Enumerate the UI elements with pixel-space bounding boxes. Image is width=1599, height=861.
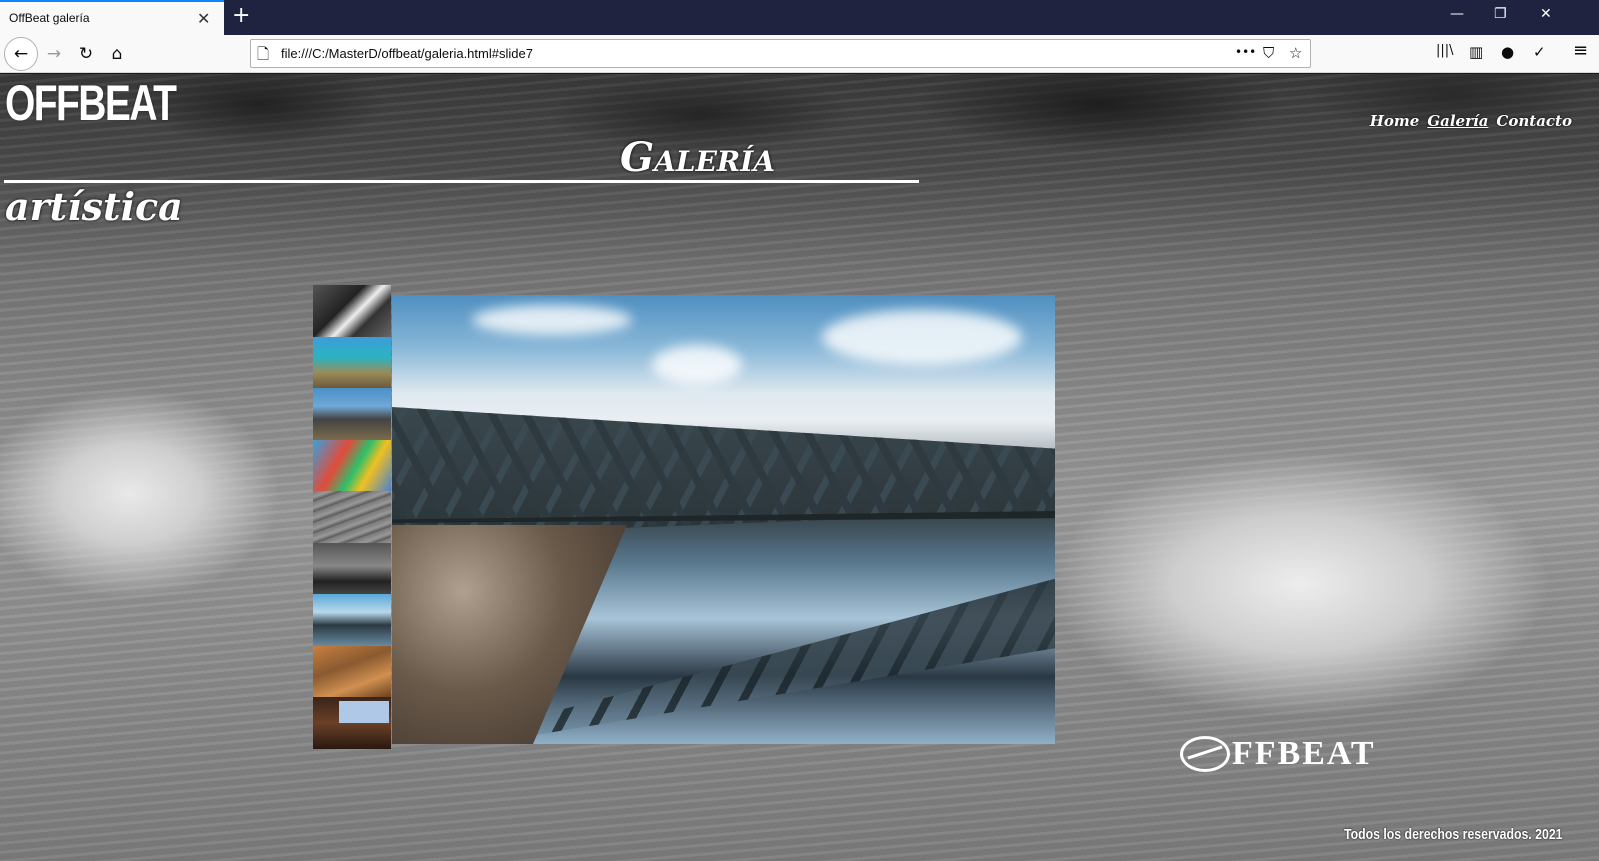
nav-contacto[interactable]: Contacto (1496, 112, 1572, 130)
thumbnail-strip (313, 285, 391, 749)
thumbnail-beach-rocks[interactable] (313, 336, 391, 388)
menu-icon[interactable]: ≡ (1573, 40, 1588, 61)
sync-icon[interactable]: ✓ (1533, 43, 1546, 61)
page-subtitle: artística (5, 184, 183, 229)
restore-button[interactable]: ❐ (1494, 6, 1507, 22)
cloud-shape (822, 310, 1022, 365)
site-navigation: Home Galería Contacto (1370, 112, 1572, 130)
thumbnail-window-wall[interactable] (313, 697, 391, 749)
close-window-button[interactable]: ✕ (1540, 6, 1552, 22)
page-content: OFFBEAT Home Galería Contacto Galería ar… (0, 74, 1599, 861)
cloud-shape (652, 345, 742, 385)
main-gallery-image[interactable] (392, 295, 1055, 744)
thumbnail-shore[interactable] (313, 542, 391, 594)
site-brand[interactable]: OFFBEAT (5, 74, 177, 132)
footer-logo-text: FFBEAT (1232, 735, 1376, 772)
copyright-text: Todos los derechos reservados. 2021 (1344, 826, 1563, 843)
back-icon[interactable]: ← (4, 37, 38, 71)
home-icon[interactable]: ⌂ (103, 40, 131, 68)
cloud-shape (472, 305, 632, 335)
account-icon[interactable]: ● (1501, 43, 1514, 61)
tab-strip: OffBeat galería ✕ + — ❐ ✕ (0, 0, 1599, 35)
nav-home[interactable]: Home (1370, 112, 1420, 130)
new-tab-button[interactable]: + (232, 3, 250, 28)
navigation-toolbar: ← → ↻ ⌂ 🗋 file:///C:/MasterD/offbeat/gal… (0, 35, 1599, 73)
url-bar[interactable]: 🗋 file:///C:/MasterD/offbeat/galeria.htm… (250, 39, 1311, 68)
thumbnail-colored-cube[interactable] (313, 439, 391, 491)
bookmark-star-icon[interactable]: ☆ (1289, 44, 1302, 62)
page-actions-icon[interactable]: ••• (1235, 45, 1256, 59)
active-tab[interactable]: OffBeat galería ✕ (0, 0, 224, 35)
minimize-button[interactable]: — (1450, 6, 1464, 22)
reload-icon[interactable]: ↻ (72, 40, 100, 68)
forward-icon[interactable]: → (40, 40, 68, 68)
thumbnail-sea-rocks[interactable] (313, 388, 391, 440)
nav-galeria[interactable]: Galería (1427, 112, 1488, 130)
globe-icon (1180, 736, 1230, 772)
close-tab-icon[interactable]: ✕ (197, 9, 210, 28)
url-text[interactable]: file:///C:/MasterD/offbeat/galeria.html#… (281, 46, 533, 61)
footer-logo: FFBEAT (1180, 735, 1376, 773)
library-icon[interactable]: |||\ (1436, 43, 1454, 58)
title-divider (4, 180, 919, 183)
thumbnail-rusted-metal[interactable] (313, 645, 391, 697)
page-icon: 🗋 (257, 45, 270, 63)
page-title: Galería (620, 134, 776, 181)
sidebar-icon[interactable]: ▥ (1469, 43, 1483, 61)
pocket-icon[interactable]: ⛉ (1263, 44, 1274, 62)
thumbnail-bridge[interactable] (313, 594, 391, 646)
thumbnail-harmonica[interactable] (313, 285, 391, 337)
tab-title: OffBeat galería (9, 11, 90, 25)
thumbnail-architecture[interactable] (313, 491, 391, 543)
